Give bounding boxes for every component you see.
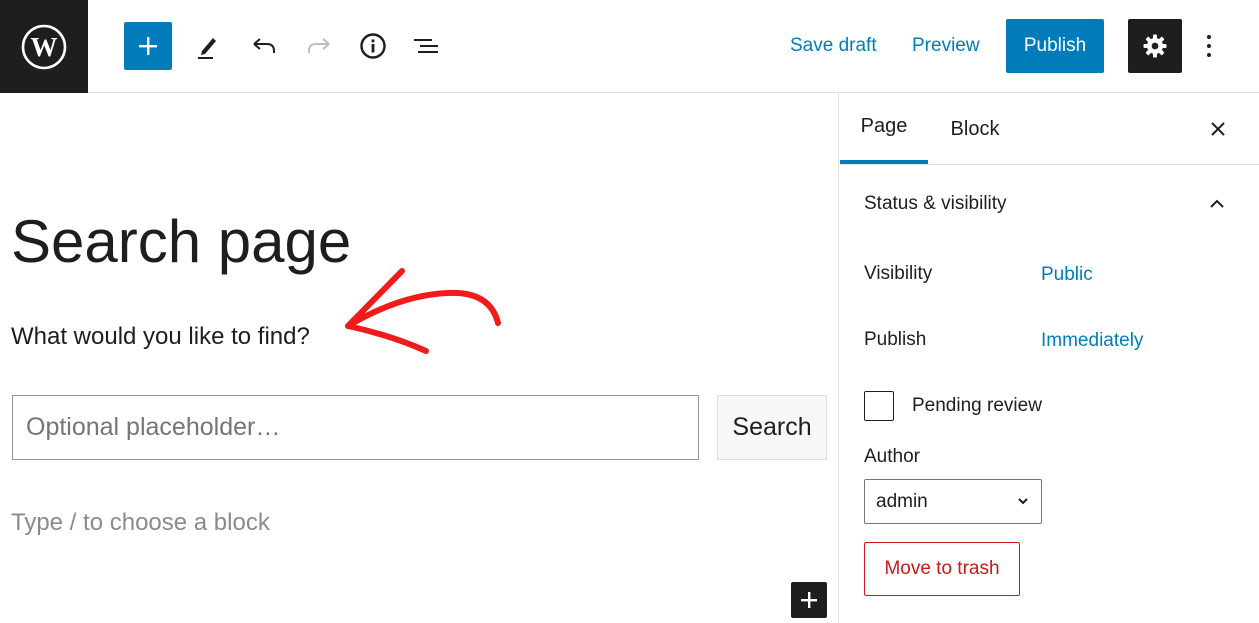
pencil-icon — [198, 38, 216, 59]
status-visibility-panel-title[interactable]: Status & visibility — [864, 193, 1007, 215]
info-icon — [360, 33, 386, 59]
tab-block[interactable]: Block — [936, 93, 1014, 165]
gear-icon — [1143, 34, 1167, 58]
red-arrow-annotation-icon — [345, 268, 501, 354]
settings-sidebar: Page Block Status & visibility Visibilit… — [840, 93, 1259, 623]
close-sidebar-button[interactable] — [1202, 113, 1234, 145]
options-menu-button[interactable] — [1190, 22, 1228, 70]
author-label: Author — [864, 446, 920, 467]
tab-page[interactable]: Page — [840, 93, 928, 164]
editor-canvas: Search page What would you like to find?… — [0, 93, 839, 623]
preview-button[interactable]: Preview — [912, 35, 980, 57]
save-draft-button[interactable]: Save draft — [790, 35, 877, 57]
block-appender[interactable]: Type / to choose a block — [11, 509, 270, 537]
visibility-value-button[interactable]: Public — [1041, 264, 1093, 286]
pending-review-checkbox[interactable] — [864, 391, 894, 421]
panel-collapse-toggle[interactable] — [1204, 191, 1230, 217]
wordpress-logo-icon[interactable]: W — [0, 0, 88, 93]
block-inserter-button[interactable] — [791, 582, 827, 618]
plus-icon — [801, 592, 817, 608]
redo-button[interactable] — [295, 22, 343, 70]
search-button[interactable]: Search — [717, 395, 827, 460]
search-input[interactable]: Optional placeholder… — [12, 395, 699, 460]
list-view-icon — [414, 39, 438, 53]
chevron-down-icon — [1018, 498, 1028, 505]
redo-icon — [308, 38, 330, 53]
publish-date-button[interactable]: Immediately — [1041, 330, 1143, 352]
paragraph-block[interactable]: What would you like to find? — [11, 323, 310, 351]
visibility-label: Visibility — [864, 263, 933, 284]
publish-label: Publish — [864, 329, 927, 350]
author-select[interactable]: admin — [864, 479, 1042, 524]
pending-review-label[interactable]: Pending review — [912, 395, 1042, 417]
list-view-button[interactable] — [403, 22, 451, 70]
add-block-button[interactable] — [124, 22, 172, 70]
vertical-ellipsis-icon — [1207, 35, 1211, 57]
editor-header: W Save draft Preview Publish — [0, 0, 1259, 93]
svg-text:W: W — [31, 32, 58, 62]
author-selected-value: admin — [876, 490, 928, 512]
move-to-trash-button[interactable]: Move to trash — [864, 542, 1020, 596]
tools-button[interactable] — [184, 22, 232, 70]
details-button[interactable] — [349, 22, 397, 70]
plus-icon — [139, 37, 157, 55]
page-title[interactable]: Search page — [11, 206, 351, 278]
close-icon — [1211, 122, 1225, 136]
publish-button[interactable]: Publish — [1006, 19, 1104, 73]
undo-button[interactable] — [240, 22, 288, 70]
chevron-up-icon — [1210, 199, 1224, 208]
settings-button[interactable] — [1128, 19, 1182, 73]
undo-icon — [253, 38, 275, 53]
sidebar-tabs: Page Block — [840, 93, 1259, 165]
